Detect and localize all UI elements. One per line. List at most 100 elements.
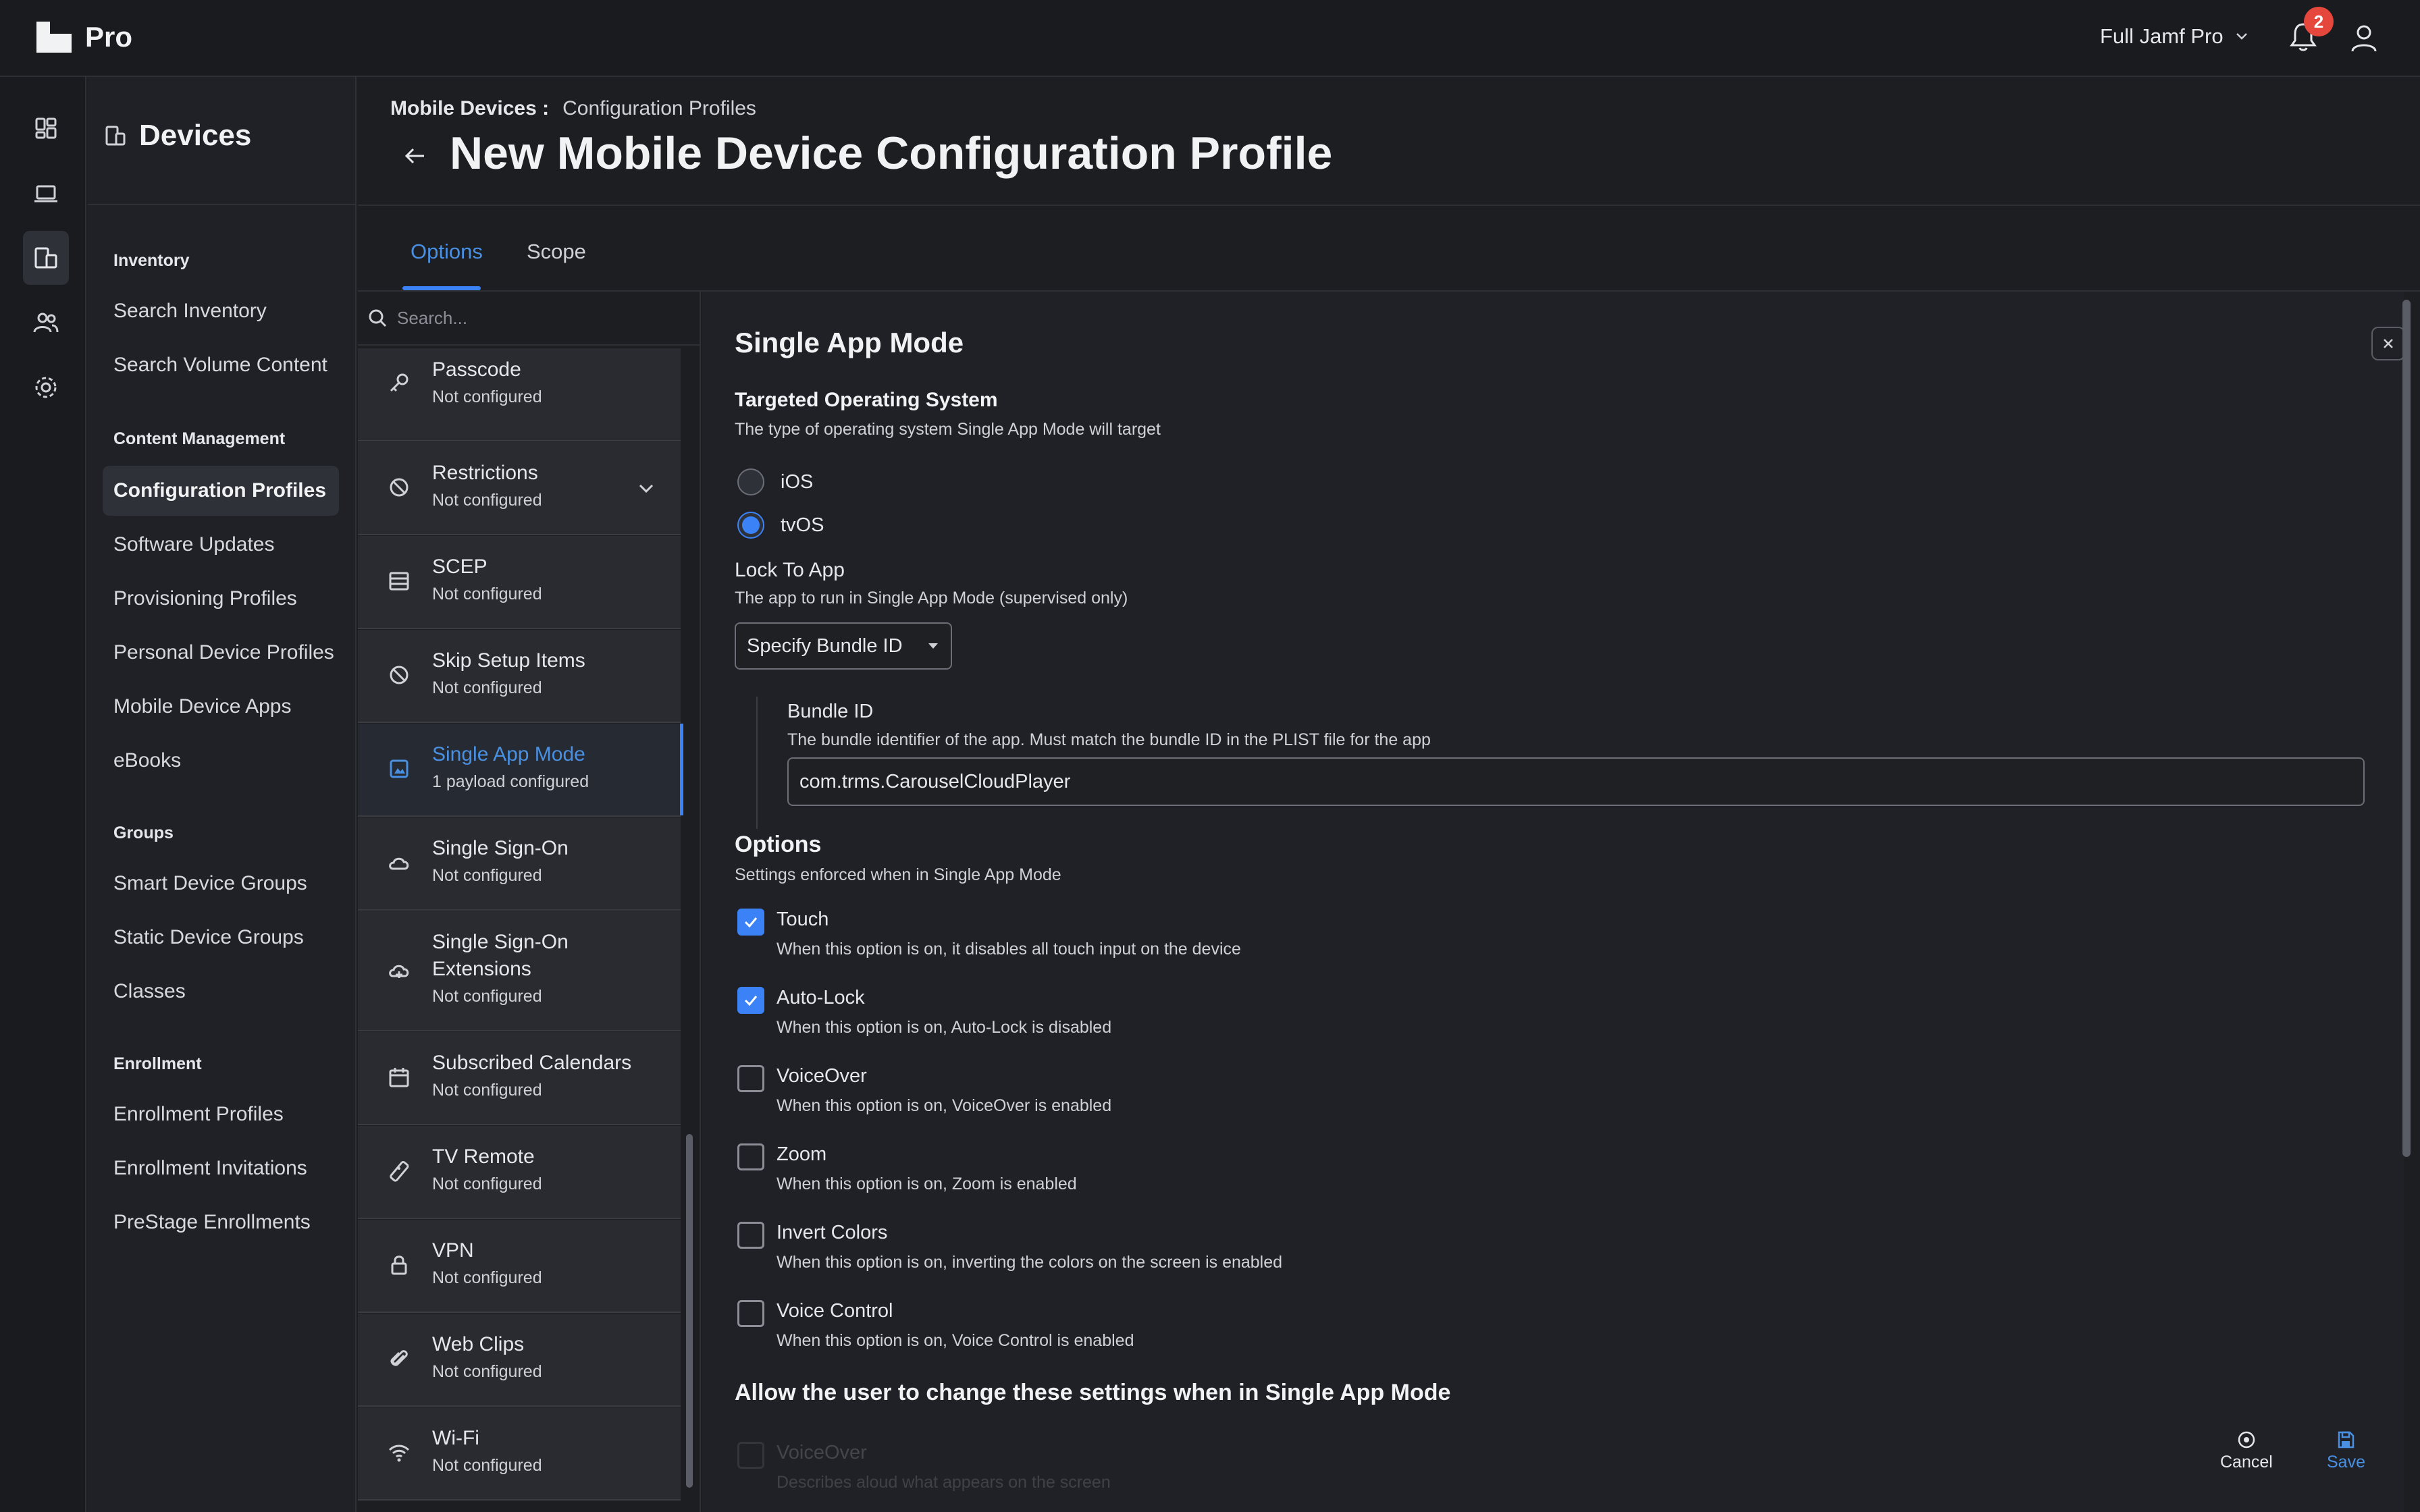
- payload-status: Not configured: [432, 987, 542, 1006]
- option-name: Zoom: [777, 1143, 827, 1165]
- sidebar-item-configuration-profiles[interactable]: Configuration Profiles: [103, 466, 339, 516]
- chevron-down-icon[interactable]: [635, 477, 658, 500]
- radio-button[interactable]: [737, 468, 764, 495]
- user-account-icon[interactable]: [2350, 23, 2378, 53]
- targeted-os-description: The type of operating system Single App …: [735, 420, 1161, 439]
- option-description: Describes aloud what appears on the scre…: [777, 1473, 1111, 1492]
- payload-search-input[interactable]: [397, 307, 681, 329]
- breadcrumb: Mobile Devices : Configuration Profiles: [390, 97, 756, 120]
- payload-item-skip-setup-items[interactable]: Skip Setup Items Not configured: [358, 630, 681, 723]
- tab-options[interactable]: Options: [411, 240, 483, 264]
- sidebar-item-software-updates[interactable]: Software Updates: [103, 520, 339, 570]
- sidebar-item-smart-device-groups[interactable]: Smart Device Groups: [103, 859, 339, 909]
- sidebar-item-enrollment-profiles[interactable]: Enrollment Profiles: [103, 1089, 339, 1139]
- sidebar-item-prestage-enrollments[interactable]: PreStage Enrollments: [103, 1197, 339, 1247]
- payload-item-restrictions[interactable]: Restrictions Not configured: [358, 442, 681, 535]
- sidebar-item-search-volume-content[interactable]: Search Volume Content: [103, 340, 339, 390]
- payload-name: Single Sign-On Extensions: [432, 931, 569, 980]
- sidebar-item-personal-device-profiles[interactable]: Personal Device Profiles: [103, 628, 339, 678]
- option-description: When this option is on, inverting the co…: [777, 1253, 1283, 1272]
- payload-detail: Single App Mode Targeted Operating Syste…: [702, 292, 2411, 1512]
- sidebar-item-enrollment-invitations[interactable]: Enrollment Invitations: [103, 1143, 339, 1193]
- sidebar-item-static-device-groups[interactable]: Static Device Groups: [103, 913, 339, 963]
- payload-item-single-app-mode[interactable]: Single App Mode 1 payload configured: [358, 724, 683, 817]
- certificate-icon: [389, 572, 409, 591]
- radio-tvos[interactable]: tvOS: [737, 512, 824, 539]
- payload-status: Not configured: [432, 1174, 542, 1193]
- option-name: Touch: [777, 909, 829, 930]
- header-divider: [358, 205, 2420, 206]
- cancel-button[interactable]: Cancel: [2220, 1430, 2273, 1472]
- radio-button[interactable]: [737, 512, 764, 539]
- checkbox[interactable]: [737, 1065, 764, 1092]
- restrict-icon: [390, 478, 409, 497]
- payload-item-passcode[interactable]: Passcode Not configured: [358, 348, 681, 441]
- close-icon: [2384, 339, 2393, 348]
- payload-item-tv-remote[interactable]: TV Remote Not configured: [358, 1126, 681, 1219]
- tab-scope[interactable]: Scope: [527, 240, 586, 264]
- payload-status: Not configured: [432, 491, 542, 510]
- payload-status: Not configured: [432, 387, 542, 406]
- environment-dropdown[interactable]: Full Jamf Pro: [2100, 24, 2249, 49]
- page-title: New Mobile Device Configuration Profile: [450, 128, 1333, 179]
- payload-name: Single App Mode: [432, 743, 585, 765]
- bundle-id-section: Bundle ID The bundle identifier of the a…: [756, 697, 2404, 829]
- option-description: When this option is on, it disables all …: [777, 940, 1241, 959]
- bundle-id-label: Bundle ID: [787, 701, 874, 722]
- payload-status: Not configured: [432, 1081, 542, 1100]
- key-icon: [390, 373, 409, 392]
- sidebar-item-search-inventory[interactable]: Search Inventory: [103, 286, 339, 336]
- sidebar-item-provisioning-profiles[interactable]: Provisioning Profiles: [103, 574, 339, 624]
- payload-item-single-sign-on[interactable]: Single Sign-On Not configured: [358, 817, 681, 911]
- lock-icon: [391, 1256, 407, 1275]
- detail-scrollbar[interactable]: [2402, 300, 2411, 1157]
- payload-search: [358, 292, 701, 346]
- payload-status: Not configured: [432, 1362, 542, 1381]
- payload-item-vpn[interactable]: VPN Not configured: [358, 1220, 681, 1313]
- lock-to-app-select[interactable]: Specify Bundle ID: [735, 622, 952, 670]
- bundle-id-input[interactable]: [787, 757, 2365, 806]
- payload-item-web-clips[interactable]: Web Clips Not configured: [358, 1314, 681, 1407]
- sidebar-item-classes[interactable]: Classes: [103, 967, 339, 1017]
- payload-item-scep[interactable]: SCEP Not configured: [358, 536, 681, 629]
- search-icon: [369, 309, 387, 327]
- save-button[interactable]: Save: [2327, 1430, 2365, 1472]
- payload-status: Not configured: [432, 678, 542, 697]
- computers-rail-button[interactable]: [23, 166, 69, 220]
- option-name: VoiceOver: [777, 1442, 867, 1463]
- back-arrow-icon[interactable]: [400, 140, 431, 171]
- close-button[interactable]: [2371, 327, 2405, 360]
- user-allowed-label: Allow the user to change these settings …: [735, 1380, 1451, 1405]
- radio-label: iOS: [781, 470, 814, 493]
- users-rail-button[interactable]: [23, 296, 69, 350]
- wifi-icon: [388, 1444, 410, 1462]
- sidebar-item-ebooks[interactable]: eBooks: [103, 736, 339, 786]
- lock-to-app-value: Specify Bundle ID: [747, 634, 903, 657]
- payload-name: Wi-Fi: [432, 1427, 479, 1449]
- settings-rail-button[interactable]: [23, 360, 69, 414]
- checkbox[interactable]: [737, 987, 764, 1014]
- sidebar-item-mobile-device-apps[interactable]: Mobile Device Apps: [103, 682, 339, 732]
- checkbox[interactable]: [737, 1143, 764, 1170]
- checkbox[interactable]: [737, 1442, 764, 1469]
- breadcrumb-root[interactable]: Mobile Devices :: [390, 97, 549, 120]
- option-description: When this option is on, Voice Control is…: [777, 1331, 1134, 1350]
- payload-name: TV Remote: [432, 1145, 535, 1168]
- breadcrumb-current: Configuration Profiles: [562, 97, 756, 119]
- paperclip-icon: [390, 1350, 408, 1366]
- payload-item-wi-fi[interactable]: Wi-Fi Not configured: [358, 1407, 681, 1501]
- option-name: Auto-Lock: [777, 987, 865, 1008]
- checkbox[interactable]: [737, 909, 764, 936]
- app-logo[interactable]: Pro: [35, 20, 132, 54]
- mobile-devices-icon: [34, 247, 57, 269]
- dashboard-rail-button[interactable]: [23, 101, 69, 155]
- nav-group-groups: Groups: [113, 824, 174, 842]
- checkbox[interactable]: [737, 1222, 764, 1249]
- mobile-devices-rail-button[interactable]: [23, 231, 69, 285]
- payload-list-scrollbar[interactable]: [686, 1134, 693, 1488]
- radio-ios[interactable]: iOS: [737, 468, 813, 495]
- payload-item-single-sign-on-extensions[interactable]: Single Sign-On Extensions Not configured: [358, 911, 681, 1031]
- checkbox[interactable]: [737, 1300, 764, 1327]
- option-description: When this option is on, VoiceOver is ena…: [777, 1096, 1112, 1115]
- payload-item-subscribed-calendars[interactable]: Subscribed Calendars Not configured: [358, 1032, 681, 1125]
